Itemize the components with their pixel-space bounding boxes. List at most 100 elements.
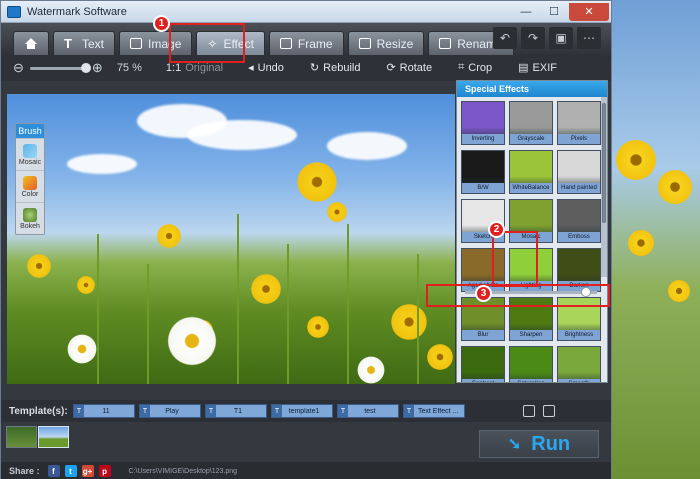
desktop-background (608, 0, 700, 479)
template-item-label: Play (165, 407, 179, 415)
original-button[interactable]: 1:1 Original (166, 62, 223, 74)
brush-color[interactable]: Color (16, 170, 44, 202)
template-item[interactable]: T 11 (73, 404, 135, 418)
zoom-in-icon[interactable]: ⊕ (92, 60, 103, 76)
brush-panel-title: Brush (16, 124, 44, 138)
bottom-area: ➘ Run (1, 422, 611, 462)
app-icon (7, 5, 21, 18)
original-icon: 1:1 (165, 62, 182, 74)
effect-tile-label: Brightness (558, 330, 600, 340)
effect-tile-label: Sharpen (510, 330, 552, 340)
effect-tile-label: Inverting (462, 134, 504, 144)
rebuild-button[interactable]: ↻ Rebuild (310, 61, 361, 75)
chat-icon[interactable]: ▣ (549, 27, 573, 49)
undo-button[interactable]: ◂ Undo (248, 61, 284, 75)
effect-tile-label: Smooth (558, 379, 600, 382)
tab-text[interactable]: T Text (53, 31, 116, 55)
template-item[interactable]: T Play (139, 404, 201, 418)
redo-icon[interactable]: ↷ (521, 27, 545, 49)
run-icon: ➘ (507, 436, 522, 453)
twitter-icon[interactable]: t (64, 465, 77, 477)
step-badge-2: 2 (488, 221, 505, 238)
rotate-button[interactable]: ⟳ Rotate (386, 61, 433, 75)
special-effects-title: Special Effects (457, 81, 607, 97)
template-item-label: 11 (102, 407, 110, 415)
effect-tile[interactable]: Pixels (557, 101, 601, 145)
bokeh-brush-icon (23, 207, 37, 222)
effect-tile[interactable]: Grayscale (509, 101, 553, 145)
undo-label: Undo (257, 61, 284, 74)
zoom-slider-knob[interactable] (80, 62, 91, 73)
tab-home[interactable] (13, 31, 49, 55)
maximize-button[interactable]: ☐ (541, 3, 567, 21)
effect-tile[interactable]: Hand painted (557, 150, 601, 194)
undo-arrow-icon: ◂ (248, 62, 254, 74)
step-badge-3: 3 (475, 285, 492, 302)
exif-label: EXIF (532, 61, 557, 74)
effect-tile[interactable]: Inverting (461, 101, 505, 145)
crop-icon: ⌗ (458, 61, 465, 73)
template-list-icon[interactable] (543, 405, 555, 417)
save-template-icon[interactable] (523, 405, 535, 417)
effect-tile-label: Grayscale (510, 134, 552, 144)
template-text-icon: T (404, 405, 414, 417)
effect-tile[interactable]: Saturation (509, 346, 553, 382)
effect-tile-label: Pixels (558, 134, 600, 144)
window-title: Watermark Software (27, 5, 127, 18)
zoom-level: 75 % (116, 62, 142, 74)
mosaic-brush-icon (23, 143, 37, 158)
close-button[interactable]: ✕ (569, 2, 609, 21)
template-item[interactable]: Ttest (337, 404, 399, 418)
tab-resize[interactable]: Resize (347, 31, 425, 55)
effect-tile[interactable]: Smooth (557, 346, 601, 382)
toolbar-actions: ◂ Undo ↻ Rebuild ⟳ Rotate ⌗ Crop ▤ EXIF (234, 61, 557, 74)
rebuild-label: Rebuild (323, 61, 361, 74)
share-label: Share : (9, 466, 40, 476)
tab-tools: ↶ ↷ ▣ ⋯ (493, 27, 601, 49)
menu-icon[interactable]: ⋯ (577, 27, 601, 49)
exif-icon: ▤ (518, 62, 529, 74)
image-thumbnail[interactable] (6, 426, 37, 448)
crop-button[interactable]: ⌗ Crop (458, 61, 492, 74)
template-item-label: template1 (288, 407, 320, 415)
effects-scrollbar[interactable] (601, 97, 607, 277)
image-icon (130, 38, 143, 49)
effect-tile-label: Blur (462, 330, 504, 340)
run-button[interactable]: ➘ Run (479, 430, 599, 458)
zoom-out-icon[interactable]: ⊖ (13, 60, 24, 76)
zoom-slider[interactable] (29, 62, 91, 73)
brush-bokeh-label: Bokeh (20, 222, 40, 230)
minimize-button[interactable]: — (513, 3, 539, 21)
rotate-label: Rotate (399, 61, 433, 74)
brush-bokeh[interactable]: Bokeh (16, 202, 44, 234)
template-item[interactable]: T T1 (205, 404, 267, 418)
pinterest-icon[interactable]: p (98, 465, 111, 477)
exif-button[interactable]: ▤ EXIF (518, 61, 557, 75)
effects-scrollbar-thumb[interactable] (602, 103, 606, 223)
title-bar: Watermark Software — ☐ ✕ (1, 1, 611, 23)
effect-tile[interactable]: WhiteBalance (509, 150, 553, 194)
facebook-icon[interactable]: f (47, 465, 60, 477)
google-plus-icon[interactable]: g+ (81, 465, 94, 477)
resize-icon (358, 38, 371, 49)
color-brush-icon (23, 175, 37, 190)
brush-mosaic[interactable]: Mosaic (16, 138, 44, 170)
effect-tile[interactable]: Contrast (461, 346, 505, 382)
run-label: Run (531, 432, 571, 455)
template-item-label: T1 (233, 407, 243, 415)
rename-icon (439, 38, 452, 49)
brush-color-label: Color (21, 190, 39, 198)
template-text-icon: T (140, 405, 150, 417)
undo-icon[interactable]: ↶ (493, 27, 517, 49)
image-thumbnail[interactable] (38, 426, 69, 448)
tab-resize-label: Resize (376, 36, 414, 51)
template-item[interactable]: Ttemplate1 (271, 404, 333, 418)
effect-tile[interactable]: Emboss (557, 199, 601, 243)
crop-label: Crop (468, 61, 493, 74)
file-path: C:\Users\VIMIGE\Desktop\123.png (128, 467, 238, 475)
image-canvas[interactable] (7, 94, 455, 384)
template-item[interactable]: T Text Effect ... (403, 404, 465, 418)
effect-tile[interactable]: B/W (461, 150, 505, 194)
tab-frame[interactable]: Frame (268, 31, 344, 55)
text-icon: T (64, 36, 72, 51)
